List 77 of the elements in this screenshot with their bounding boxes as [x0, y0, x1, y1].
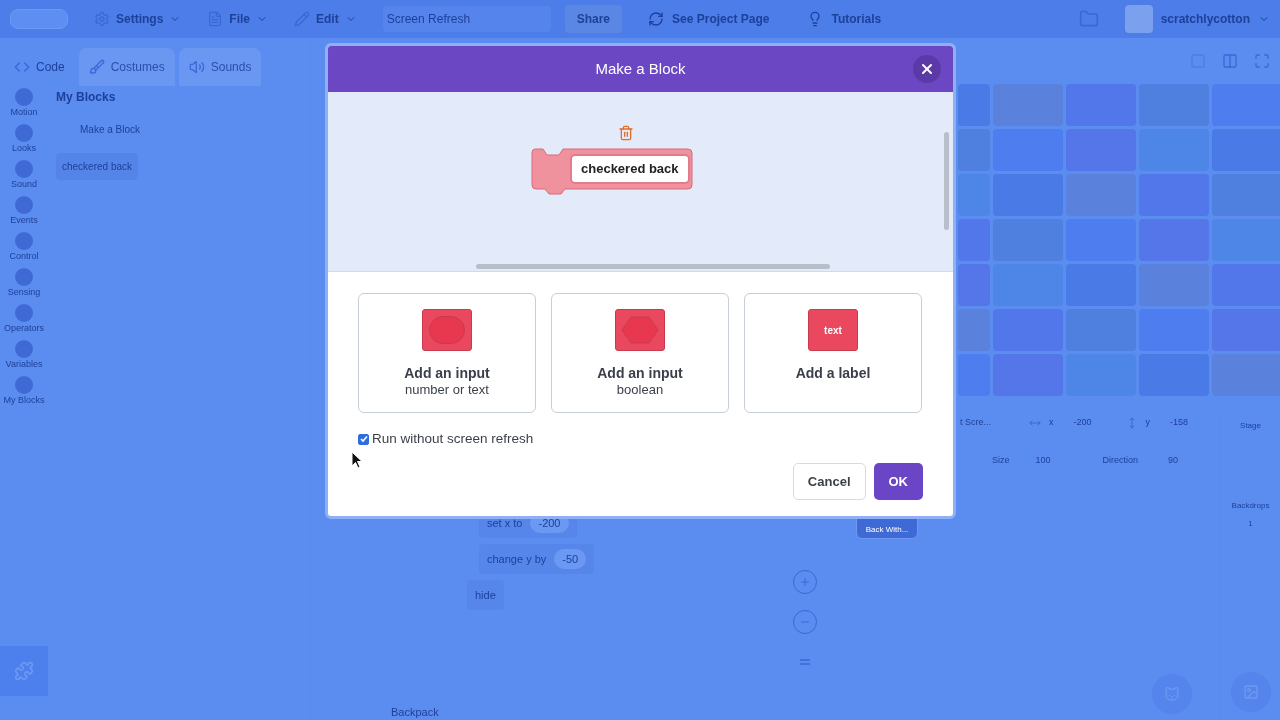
- account-menu[interactable]: scratchlycotton: [1124, 5, 1270, 33]
- share-button[interactable]: Share: [564, 5, 623, 33]
- editor-tab[interactable]: Sounds: [178, 48, 262, 86]
- category-item[interactable]: Sound: [11, 160, 37, 190]
- ok-button[interactable]: OK: [873, 463, 923, 501]
- checkmark-icon: [359, 435, 368, 444]
- close-button[interactable]: [913, 55, 941, 83]
- choose-backdrop-button[interactable]: [1230, 672, 1271, 712]
- round-input-icon: [422, 309, 472, 351]
- hexagon-input-icon: [615, 309, 665, 351]
- backdrops-count: 1: [1248, 518, 1253, 530]
- trash-icon[interactable]: [618, 125, 634, 141]
- label-icon: text: [808, 309, 858, 351]
- size-label: Size: [992, 453, 1010, 467]
- avatar-icon: [1124, 5, 1153, 33]
- fullscreen-icon[interactable]: [1254, 53, 1270, 69]
- cat-icon: [1164, 686, 1180, 702]
- block-label: change y by: [487, 551, 547, 567]
- add-option-card[interactable]: Add an input boolean: [551, 293, 729, 413]
- code-block[interactable]: hide: [467, 580, 504, 610]
- backdrops-label: Backdrops: [1231, 500, 1270, 512]
- checkbox[interactable]: [358, 433, 369, 445]
- category-item[interactable]: Operators: [4, 304, 44, 334]
- sprite-name-field[interactable]: t Scre...: [960, 416, 991, 430]
- refresh-icon: [648, 11, 665, 27]
- logo-icon[interactable]: [10, 9, 68, 29]
- tutorials-link[interactable]: Tutorials: [807, 10, 882, 28]
- speaker-icon: [188, 59, 205, 75]
- code-icon: [14, 59, 30, 75]
- plus-icon: [799, 576, 811, 588]
- add-option-card[interactable]: Add an input number or text: [358, 293, 536, 413]
- run-without-refresh-checkbox[interactable]: Run without screen refresh: [358, 429, 534, 450]
- block-name-field[interactable]: checkered back: [570, 154, 690, 184]
- category-item[interactable]: My Blocks: [3, 376, 45, 406]
- project-title-field[interactable]: Screen Refresh: [382, 6, 551, 32]
- category-item[interactable]: Sensing: [7, 268, 41, 298]
- block-label: hide: [475, 587, 496, 603]
- category-item[interactable]: Control: [9, 232, 39, 262]
- large-stage-icon[interactable]: [1222, 53, 1238, 69]
- y-field[interactable]: -158: [1170, 416, 1189, 430]
- extension-icon: [14, 661, 34, 681]
- y-label: y: [1145, 416, 1151, 429]
- x-label: x: [1049, 416, 1054, 429]
- x-field[interactable]: -200: [1073, 416, 1092, 430]
- direction-label: Direction: [1102, 453, 1139, 467]
- sprite-tile-label: Back With...: [865, 524, 909, 536]
- custom-block[interactable]: checkered back: [56, 153, 139, 180]
- category-item[interactable]: Motion: [10, 88, 38, 118]
- stage-title: Stage: [1240, 420, 1261, 432]
- add-extension-button[interactable]: [0, 646, 48, 696]
- editor-tab[interactable]: Costumes: [78, 48, 175, 86]
- menu-item[interactable]: Edit: [294, 10, 357, 28]
- brush-icon: [88, 59, 105, 75]
- mouse-pointer-icon: [351, 451, 363, 469]
- image-icon: [1242, 684, 1259, 700]
- menu-item[interactable]: File: [207, 10, 268, 28]
- category-item[interactable]: Events: [10, 196, 38, 226]
- choose-sprite-button[interactable]: [1152, 674, 1192, 714]
- vertical-scrollbar[interactable]: [944, 132, 949, 230]
- project-page-link[interactable]: See Project Page: [648, 10, 770, 28]
- menu-item[interactable]: Settings: [94, 10, 182, 28]
- block-label: set x to: [487, 515, 523, 531]
- code-block[interactable]: change y by -50: [479, 544, 595, 574]
- horizontal-scrollbar[interactable]: [476, 264, 830, 269]
- category-item[interactable]: Variables: [5, 340, 43, 370]
- add-option-card[interactable]: text Add a label: [744, 293, 922, 413]
- palette-heading: My Blocks: [56, 89, 116, 106]
- dialog-title: Make a Block: [595, 58, 686, 79]
- cancel-button[interactable]: Cancel: [792, 463, 866, 501]
- size-field[interactable]: 100: [1035, 453, 1051, 467]
- backpack-label[interactable]: Backpack: [391, 703, 439, 720]
- block-value-field[interactable]: -50: [554, 548, 587, 570]
- category-item[interactable]: Looks: [12, 124, 36, 154]
- make-block-button[interactable]: Make a Block: [70, 118, 151, 141]
- direction-field[interactable]: 90: [1168, 453, 1179, 467]
- close-icon: [919, 61, 935, 77]
- equals-icon: [800, 659, 810, 665]
